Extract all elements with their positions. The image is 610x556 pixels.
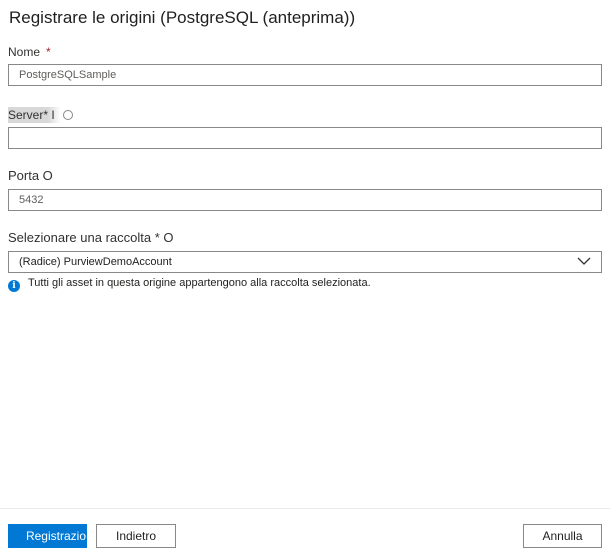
collection-label: Selezionare una raccolta * O	[8, 230, 174, 245]
cancel-button[interactable]: Annulla	[523, 524, 602, 548]
name-field[interactable]	[8, 64, 602, 86]
port-label: Porta O	[8, 168, 53, 183]
server-field[interactable]	[8, 127, 602, 149]
back-button[interactable]: Indietro	[96, 524, 176, 548]
footer-divider	[0, 508, 610, 509]
info-circle-icon	[62, 110, 73, 120]
chevron-down-icon	[577, 257, 591, 265]
info-icon: i	[8, 280, 20, 292]
name-label: Nome	[8, 45, 41, 59]
collection-info: i Tutti gli asset in questa origine appar…	[8, 277, 371, 292]
server-label: Server* I	[8, 107, 61, 123]
collection-dropdown[interactable]: (Radice) PurviewDemoAccount	[8, 251, 602, 273]
register-button[interactable]: Registrazio	[8, 524, 87, 548]
page-title: Registrare le origini (PostgreSQL (antep…	[9, 8, 356, 27]
collection-info-text: Tutti gli asset in questa origine appart…	[28, 277, 371, 289]
required-indicator: *	[46, 45, 51, 59]
name-label-row: Nome *	[8, 45, 51, 59]
collection-selected-value: (Radice) PurviewDemoAccount	[19, 256, 172, 268]
server-label-row: Server* I	[8, 107, 73, 123]
port-field[interactable]	[8, 189, 602, 211]
